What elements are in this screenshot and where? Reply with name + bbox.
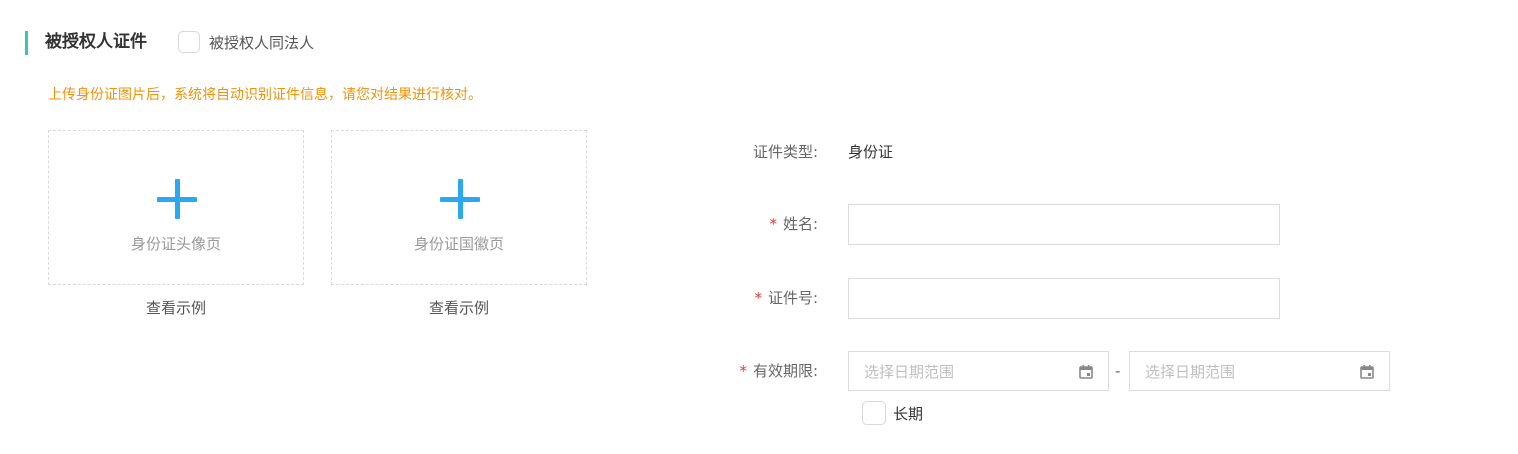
view-example-back-link[interactable]: 查看示例 xyxy=(331,298,587,318)
validity-end-date-picker[interactable]: 选择日期范围 xyxy=(1129,351,1390,391)
authorized-person-id-section: 被授权人证件 被授权人同法人 上传身份证图片后，系统将自动识别证件信息，请您对结… xyxy=(0,0,1518,454)
calendar-icon xyxy=(1079,365,1093,379)
id-type-label: 证件类型: xyxy=(752,143,818,161)
plus-icon xyxy=(157,179,197,219)
required-mark: * xyxy=(769,215,777,233)
long-term-checkbox[interactable] xyxy=(862,401,886,425)
name-label: * 姓名: xyxy=(769,214,818,234)
calendar-icon xyxy=(1360,365,1374,379)
name-input[interactable] xyxy=(848,204,1280,245)
validity-label: * 有效期限: xyxy=(739,361,818,381)
id-type-value: 身份证 xyxy=(848,143,894,161)
id-number-label: * 证件号: xyxy=(754,288,818,308)
id-number-input[interactable] xyxy=(848,278,1280,319)
same-as-legal-checkbox[interactable] xyxy=(178,31,200,53)
upload-id-back-label: 身份证国徽页 xyxy=(413,235,504,253)
name-label-text: 姓名: xyxy=(782,215,818,233)
upload-id-front[interactable]: 身份证头像页 xyxy=(48,130,304,285)
id-number-label-text: 证件号: xyxy=(767,289,818,307)
plus-icon xyxy=(440,179,480,219)
upload-tip: 上传身份证图片后，系统将自动识别证件信息，请您对结果进行核对。 xyxy=(48,87,482,103)
view-example-front-link[interactable]: 查看示例 xyxy=(48,298,304,318)
section-title: 被授权人证件 xyxy=(45,32,147,52)
validity-label-text: 有效期限: xyxy=(752,362,818,380)
upload-id-back[interactable]: 身份证国徽页 xyxy=(331,130,587,285)
same-as-legal-label[interactable]: 被授权人同法人 xyxy=(209,33,314,53)
date-placeholder: 选择日期范围 xyxy=(1145,363,1236,381)
long-term-label[interactable]: 长期 xyxy=(893,404,923,424)
required-mark: * xyxy=(739,362,747,380)
required-mark: * xyxy=(754,289,762,307)
upload-id-front-label: 身份证头像页 xyxy=(130,235,221,253)
section-accent-bar xyxy=(25,31,28,55)
validity-start-date-picker[interactable]: 选择日期范围 xyxy=(848,351,1109,391)
date-placeholder: 选择日期范围 xyxy=(864,363,955,381)
date-range-separator: - xyxy=(1115,362,1121,380)
